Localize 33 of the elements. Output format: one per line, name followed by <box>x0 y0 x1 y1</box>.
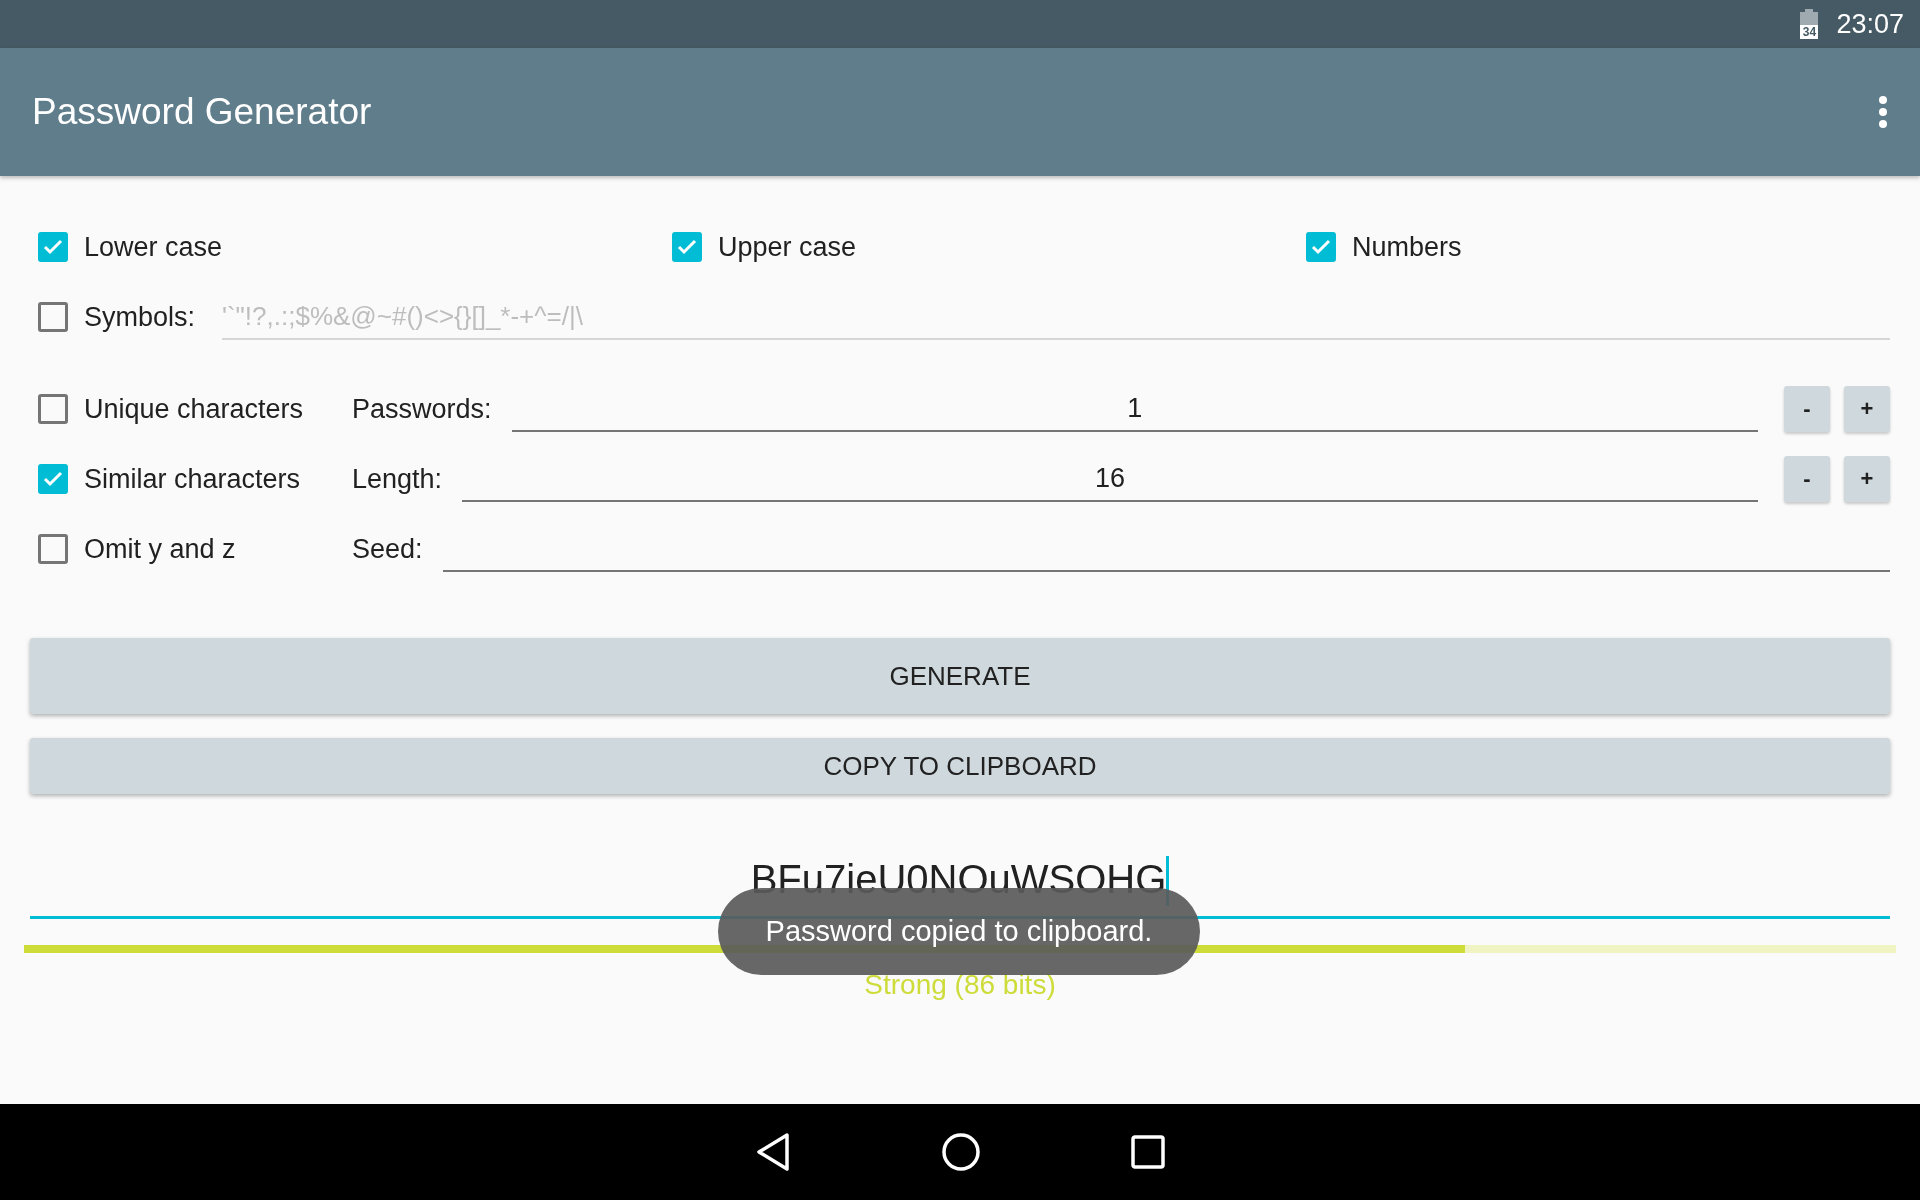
checkbox[interactable] <box>38 232 68 262</box>
recents-icon[interactable] <box>1131 1135 1165 1169</box>
checkbox-label: Lower case <box>84 231 223 263</box>
clock: 23:07 <box>1836 8 1904 40</box>
checkbox-label: Omit y and z <box>84 533 236 565</box>
increment-button[interactable]: + <box>1844 456 1890 502</box>
copy-button[interactable]: COPY TO CLIPBOARD <box>30 738 1890 794</box>
input-field[interactable]: 1 <box>511 386 1758 432</box>
checkbox[interactable] <box>672 232 702 262</box>
field-label: Length: <box>352 463 443 495</box>
checkbox-label: Numbers <box>1352 231 1462 263</box>
checkbox[interactable] <box>38 464 68 494</box>
field-label: Passwords: <box>352 393 492 425</box>
symbols-field[interactable]: '`"!?,.:;$%&@~#()<>{}[]_*-+^=/|\ <box>222 294 1890 340</box>
toast: Password copied to clipboard. <box>718 888 1200 975</box>
checkbox[interactable] <box>38 534 68 564</box>
back-icon[interactable] <box>755 1132 791 1172</box>
checkbox[interactable] <box>38 302 68 332</box>
checkbox[interactable] <box>38 394 68 424</box>
app-title: Password Generator <box>32 91 372 133</box>
checkbox[interactable] <box>1306 232 1336 262</box>
home-icon[interactable] <box>941 1132 981 1172</box>
generate-button[interactable]: GENERATE <box>30 638 1890 714</box>
increment-button[interactable]: + <box>1844 386 1890 432</box>
checkbox-label: Symbols: <box>84 301 196 333</box>
checkbox-label: Upper case <box>718 231 857 263</box>
checkbox-label: Similar characters <box>84 463 301 495</box>
checkbox-label: Unique characters <box>84 393 304 425</box>
input-field[interactable]: 16 <box>462 456 1758 502</box>
decrement-button[interactable]: - <box>1784 386 1830 432</box>
field-label: Seed: <box>352 533 423 565</box>
decrement-button[interactable]: - <box>1784 456 1830 502</box>
more-menu-icon[interactable] <box>1878 95 1888 129</box>
